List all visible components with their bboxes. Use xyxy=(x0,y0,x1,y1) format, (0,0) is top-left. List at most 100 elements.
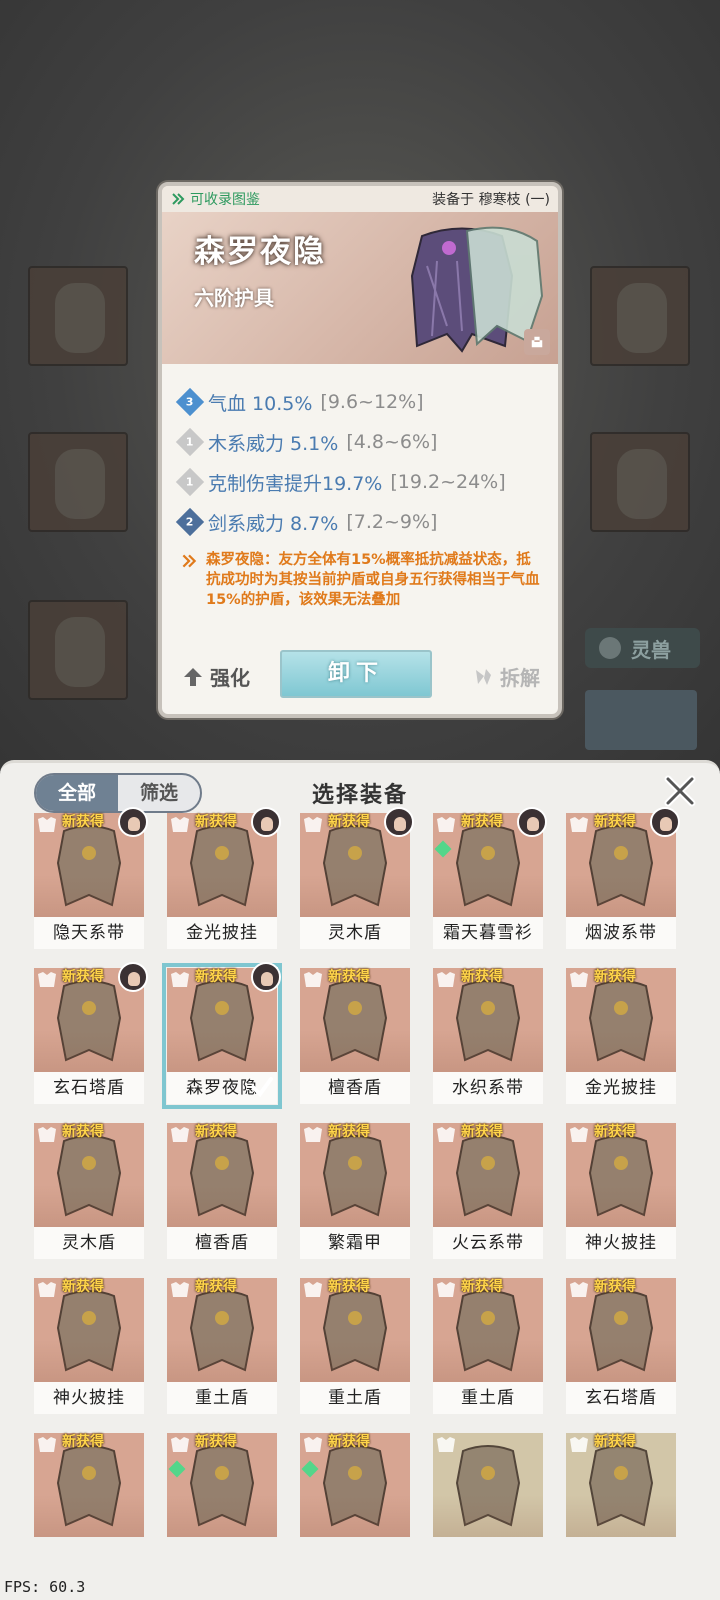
stat-value: 克制伤害提升19.7% xyxy=(208,472,383,495)
equipment-name: 神火披挂 xyxy=(566,1227,676,1259)
collectable-label: 可收录图鉴 xyxy=(190,192,260,208)
armor-type-icon xyxy=(437,1127,455,1142)
new-tag: 新获得 xyxy=(461,1124,503,1140)
equipment-card[interactable]: 新获得檀香盾 xyxy=(167,1123,277,1259)
armor-type-icon xyxy=(437,817,455,832)
equipment-slot-boots[interactable] xyxy=(28,600,128,700)
armor-type-icon xyxy=(304,1127,322,1142)
check-icon xyxy=(251,1077,273,1098)
panel-header: 全部 筛选 选择装备 xyxy=(0,763,720,813)
equipment-card[interactable]: 新获得 xyxy=(566,1433,676,1569)
equipment-card[interactable]: 新获得 xyxy=(300,1433,410,1569)
special-effect-icon xyxy=(182,554,197,568)
equipment-card[interactable]: 新获得 玄石塔盾 xyxy=(34,962,148,1104)
new-tag: 新获得 xyxy=(594,814,636,830)
item-detail-bar: 可收录图鉴 装备于 穆寒枝 (一) xyxy=(162,186,558,212)
new-tag: 新获得 xyxy=(62,1124,104,1140)
equipment-slot-pendant[interactable] xyxy=(590,266,690,366)
equipment-card[interactable] xyxy=(433,1433,543,1569)
equipment-card[interactable]: 新获得 神火披挂 xyxy=(566,1123,676,1259)
new-tag: 新获得 xyxy=(328,1124,370,1140)
armor-type-icon xyxy=(38,817,56,832)
new-tag: 新获得 xyxy=(62,1279,104,1295)
equipment-name: 神火披挂 xyxy=(34,1382,144,1414)
equipment-name: 火云系带 xyxy=(433,1227,543,1259)
equipment-card[interactable]: 新获得 金光披挂 xyxy=(566,968,676,1104)
equipment-slot-accessory[interactable] xyxy=(590,432,690,532)
item-name: 森罗夜隐 xyxy=(194,234,326,270)
new-tag: 新获得 xyxy=(461,814,503,830)
new-tag: 新获得 xyxy=(328,814,370,830)
stat-value: 剑系威力 8.7% xyxy=(208,512,339,535)
stat-row: 2 剑系威力 8.7% [7.2~9%] xyxy=(175,502,540,542)
spirit-beast-label: 灵兽 xyxy=(631,637,671,662)
equipment-card[interactable]: 新获得烟波系带 xyxy=(566,807,680,949)
equipment-slot-armor[interactable] xyxy=(28,432,128,532)
new-tag: 新获得 xyxy=(328,1434,370,1450)
armor-type-icon xyxy=(38,1127,56,1142)
equipment-card[interactable]: 新获得 霜天暮雪衫 xyxy=(433,807,547,949)
armor-type-icon xyxy=(437,972,455,987)
stat-range: [19.2~24%] xyxy=(390,471,506,493)
equipment-name: 檀香盾 xyxy=(167,1227,277,1259)
dismantle-icon xyxy=(476,668,491,685)
equipment-card[interactable]: 新获得 重土盾 xyxy=(300,1278,410,1414)
stats-list: 3 气血 10.5% [9.6~12%] 1 木系威力 5.1% [4.8~6%… xyxy=(162,364,558,542)
equipment-card[interactable]: 新获得 重土盾 xyxy=(433,1278,543,1414)
equipment-card[interactable]: 新获得 灵木盾 xyxy=(300,807,414,949)
dismantle-button[interactable]: 拆解 xyxy=(472,662,540,691)
spirit-beast-icon xyxy=(599,637,621,659)
stat-range: [9.6~12%] xyxy=(320,391,424,413)
equipment-card[interactable]: 新获得火云系带 xyxy=(433,1123,543,1259)
equipment-card[interactable]: 新获得 森罗夜隐 xyxy=(162,962,282,1109)
tab-filter[interactable]: 筛选 xyxy=(118,775,200,811)
stat-level-badge: 1 xyxy=(175,467,205,497)
equipment-card[interactable]: 新获得 灵木盾 xyxy=(34,1123,144,1259)
armor-type-icon xyxy=(304,1282,322,1297)
arrow-up-icon xyxy=(184,667,202,686)
equipment-card[interactable]: 新获得 金光披挂 xyxy=(167,807,281,949)
armor-type-icon xyxy=(570,817,588,832)
item-detail-header: 可收录图鉴 装备于 穆寒枝 (一) 森罗夜隐 六阶护具 xyxy=(162,186,558,364)
equipment-name: 玄石塔盾 xyxy=(34,1072,144,1104)
new-tag: 新获得 xyxy=(594,1279,636,1295)
equipment-card[interactable]: 新获得水织系带 xyxy=(433,968,543,1104)
armor-type-icon xyxy=(171,1437,189,1452)
new-tag: 新获得 xyxy=(461,969,503,985)
share-button[interactable] xyxy=(524,329,550,355)
equipment-name: 繁霜甲 xyxy=(300,1227,410,1259)
tab-all[interactable]: 全部 xyxy=(36,775,118,811)
equipment-name: 水织系带 xyxy=(433,1072,543,1104)
unequip-button[interactable]: 卸下 xyxy=(280,650,432,698)
armor-type-icon xyxy=(304,1437,322,1452)
equipment-card[interactable]: 新获得 檀香盾 xyxy=(300,968,410,1104)
stat-row: 1 木系威力 5.1% [4.8~6%] xyxy=(175,422,540,462)
new-tag: 新获得 xyxy=(195,1124,237,1140)
armor-type-icon xyxy=(171,972,189,987)
equipment-card[interactable]: 新获得神火披挂 xyxy=(34,1278,144,1414)
equipment-card[interactable]: 新获得 重土盾 xyxy=(167,1278,277,1414)
equipment-card[interactable]: 新获得 xyxy=(34,1433,144,1569)
equipment-card[interactable]: 新获得 玄石塔盾 xyxy=(566,1278,676,1414)
equipment-card[interactable]: 新获得 xyxy=(167,1433,277,1569)
equipment-name: 隐天系带 xyxy=(34,917,144,949)
close-icon[interactable] xyxy=(662,773,698,809)
equipment-name: 金光披挂 xyxy=(167,917,277,949)
new-tag: 新获得 xyxy=(62,1434,104,1450)
strengthen-button[interactable]: 强化 xyxy=(182,662,250,691)
equipment-card[interactable]: 新获得繁霜甲 xyxy=(300,1123,410,1259)
equipment-name: 烟波系带 xyxy=(566,917,676,949)
new-tag: 新获得 xyxy=(195,1279,237,1295)
spirit-beast-button[interactable]: 灵兽 xyxy=(585,628,700,668)
equipment-name: 金光披挂 xyxy=(566,1072,676,1104)
equipment-name: 檀香盾 xyxy=(300,1072,410,1104)
equipment-card[interactable]: 新获得 隐天系带 xyxy=(34,807,148,949)
wearer-avatar xyxy=(251,807,281,837)
stat-value: 木系威力 5.1% xyxy=(208,432,339,455)
item-detail-popup: 可收录图鉴 装备于 穆寒枝 (一) 森罗夜隐 六阶护具 3 气血 10.5% [… xyxy=(158,182,562,718)
stat-row: 3 气血 10.5% [9.6~12%] xyxy=(175,382,540,422)
codex-icon xyxy=(172,193,185,205)
armor-type-icon xyxy=(437,1282,455,1297)
equipment-slot-weapon[interactable] xyxy=(28,266,128,366)
special-effect: 森罗夜隐：友方全体有15%概率抵抗减益状态，抵抗成功时为其按当前护盾或自身五行获… xyxy=(162,542,558,610)
